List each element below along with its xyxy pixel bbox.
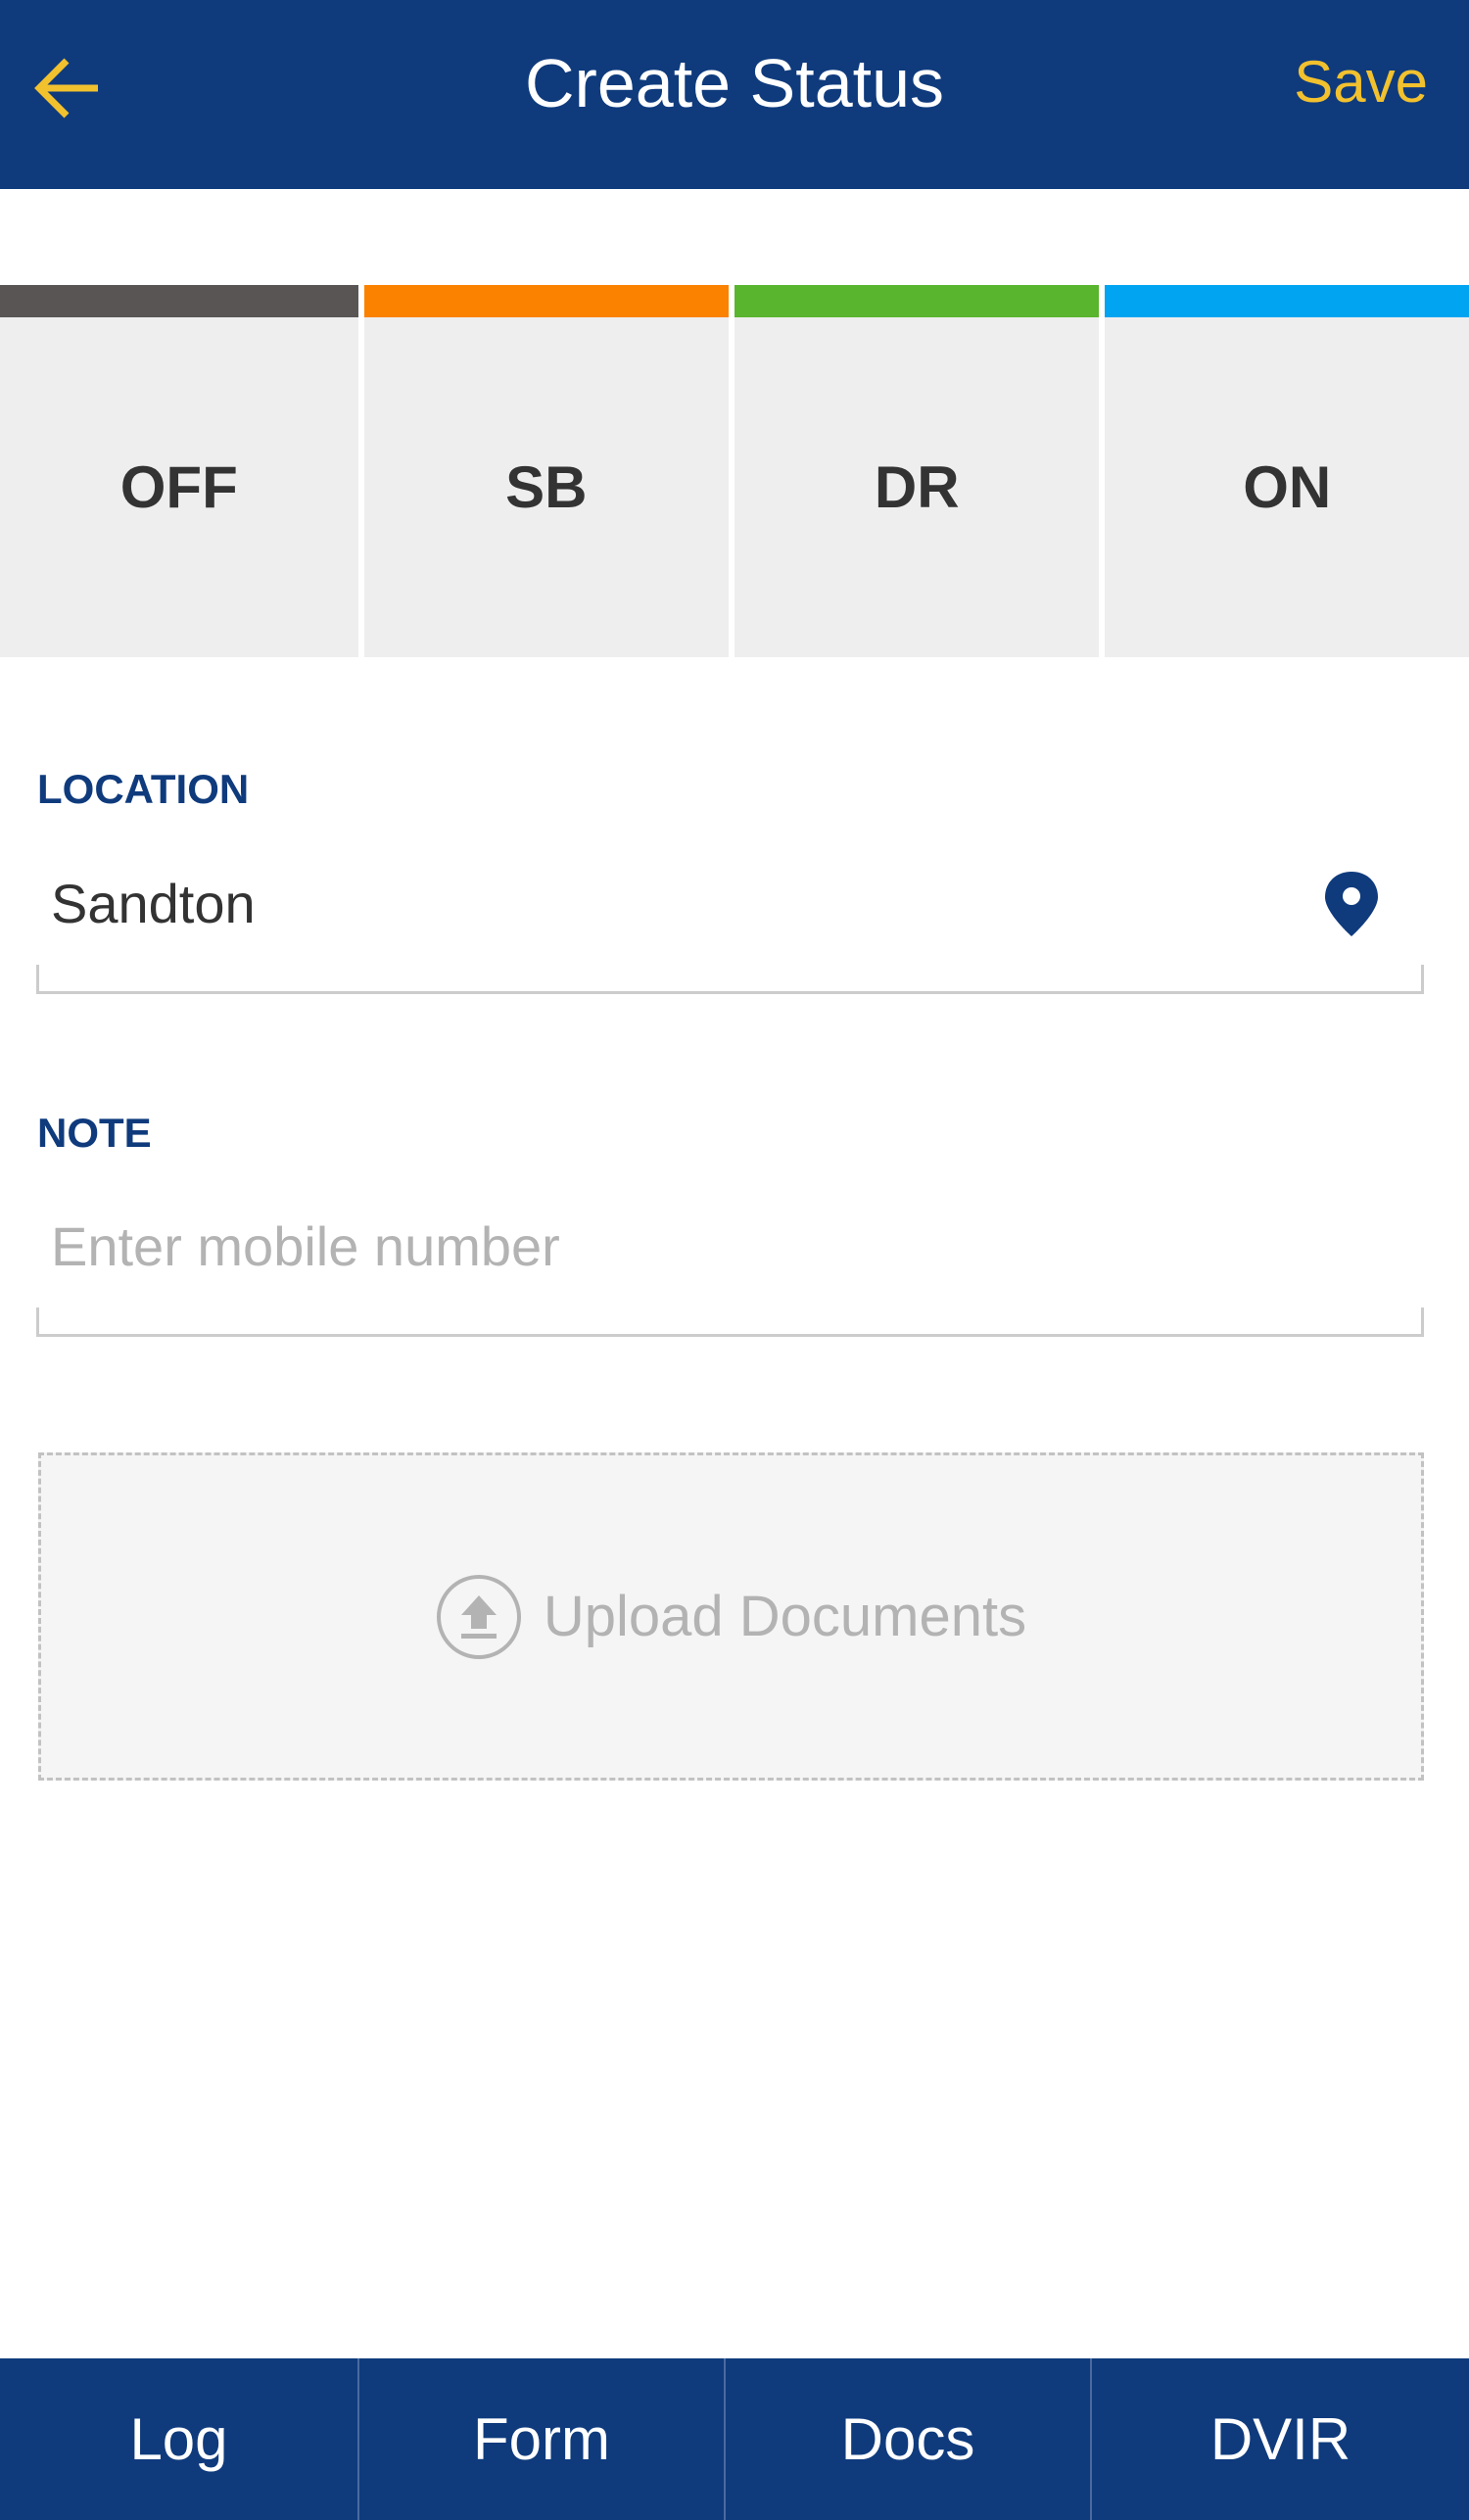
status-color-bar <box>363 285 729 317</box>
status-selector: OFF SB DR ON <box>0 285 1469 657</box>
location-input[interactable] <box>51 854 1295 952</box>
nav-item-log[interactable]: Log <box>0 2358 357 2520</box>
upload-icon <box>436 1574 521 1659</box>
upload-label: Upload Documents <box>543 1585 1027 1648</box>
nav-item-docs[interactable]: Docs <box>724 2358 1090 2520</box>
status-tab-on[interactable]: ON <box>1105 285 1469 657</box>
save-button[interactable]: Save <box>1294 0 1428 163</box>
status-color-bar <box>0 285 358 317</box>
note-input[interactable] <box>51 1197 1295 1295</box>
arrow-left-icon <box>34 58 98 119</box>
note-field-underline <box>36 1308 1424 1337</box>
status-color-bar <box>1105 285 1469 317</box>
note-label: NOTE <box>37 1110 152 1156</box>
status-tab-label: ON <box>1243 454 1332 520</box>
page-title: Create Status <box>525 45 944 121</box>
app-header: Create Status Save <box>0 0 1469 189</box>
status-color-bar <box>734 285 1100 317</box>
status-tab-label: DR <box>874 454 960 520</box>
nav-item-dvir[interactable]: DVIR <box>1090 2358 1469 2520</box>
status-tab-sb[interactable]: SB <box>363 285 729 657</box>
status-tab-label: SB <box>505 454 588 520</box>
status-tab-off[interactable]: OFF <box>0 285 358 657</box>
status-tab-label: OFF <box>119 454 238 520</box>
upload-documents-button[interactable]: Upload Documents <box>38 1452 1424 1781</box>
back-button[interactable] <box>29 39 118 137</box>
bottom-nav: Log Form Docs DVIR <box>0 2358 1469 2520</box>
nav-item-form[interactable]: Form <box>357 2358 724 2520</box>
location-label: LOCATION <box>37 766 250 812</box>
status-tab-dr[interactable]: DR <box>734 285 1100 657</box>
map-pin-icon[interactable] <box>1322 870 1381 938</box>
location-field-underline <box>36 965 1424 994</box>
